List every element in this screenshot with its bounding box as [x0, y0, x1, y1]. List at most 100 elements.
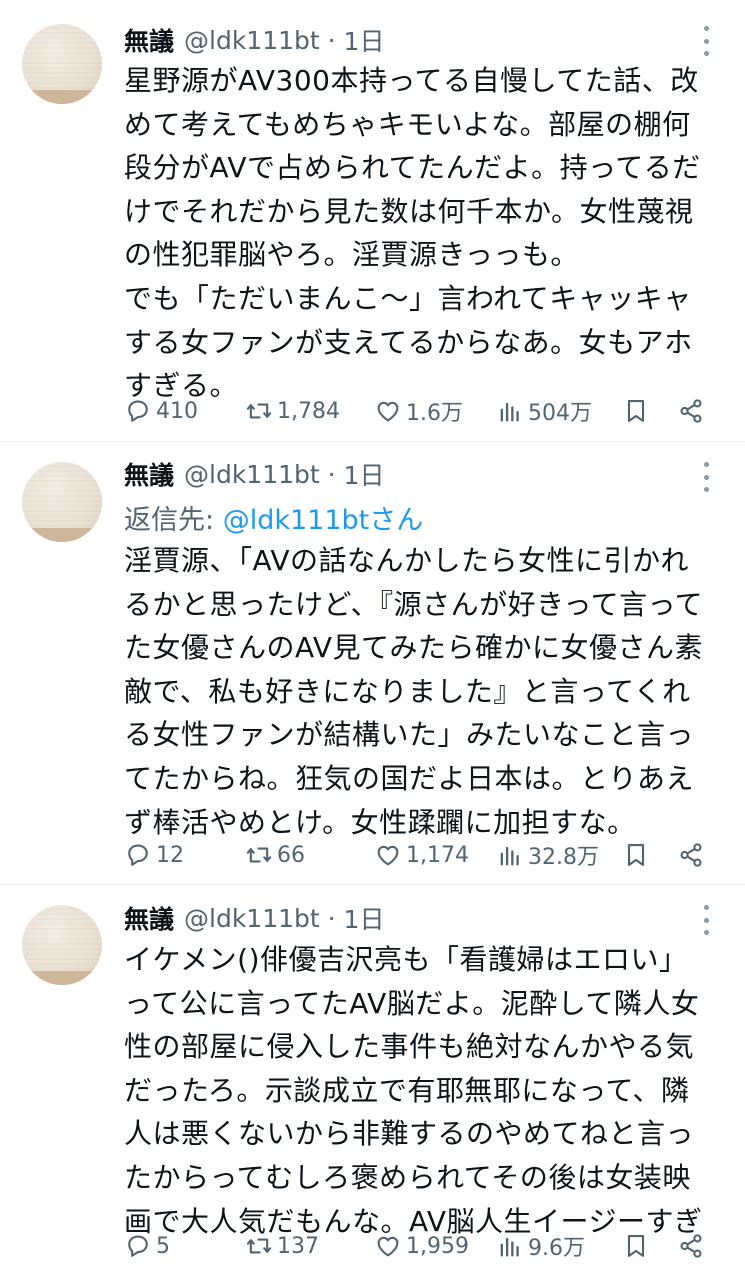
- bookmark-button[interactable]: [622, 1228, 654, 1264]
- bookmark-button[interactable]: [622, 393, 654, 429]
- views-button[interactable]: 9.6万: [496, 1228, 585, 1264]
- reply-count: 410: [156, 398, 198, 424]
- more-vertical-icon[interactable]: [698, 905, 714, 935]
- tweet-text-line: 敵で、私も好きになりました』と言ってくれ: [124, 674, 691, 708]
- reply-bubble-icon: [128, 1235, 148, 1257]
- share-button[interactable]: [677, 1228, 709, 1264]
- display-name[interactable]: 無議: [124, 456, 174, 492]
- display-name[interactable]: 無議: [124, 900, 174, 936]
- retweet-arrows-icon: [246, 847, 272, 863]
- tweet-text-line: る女性ファンが結構いた」みたいなこと言っ: [124, 718, 695, 752]
- tweet-text-line: 星野源がAV300本持ってる自慢してた話、改: [124, 64, 699, 97]
- avatar[interactable]: [22, 24, 102, 104]
- share-icon: [680, 843, 702, 867]
- bookmark-icon: [627, 1235, 645, 1257]
- views-count: 9.6万: [528, 1236, 585, 1261]
- display-name[interactable]: 無議: [124, 22, 174, 58]
- retweet-count: 1,784: [277, 398, 340, 424]
- tweet[interactable]: 無議 @ldk111bt · 1日 星野源がAV300本持ってる自慢してた話、改…: [0, 0, 745, 442]
- action-bar: 12 66 1,174 32.8万: [0, 837, 745, 873]
- views-button[interactable]: 32.8万: [496, 837, 599, 873]
- reply-count: 12: [156, 842, 184, 868]
- reply-button[interactable]: 410: [124, 393, 198, 429]
- retweet-button[interactable]: 137: [245, 1228, 319, 1264]
- like-button[interactable]: 1,174: [374, 837, 469, 873]
- like-count: 1,959: [406, 1233, 469, 1259]
- like-count: 1,174: [406, 842, 469, 868]
- tweet-text-line: けでそれだから見た数は何千本か。女性蔑視: [124, 194, 694, 228]
- user-handle[interactable]: @ldk111bt: [184, 26, 320, 55]
- retweet-arrows-icon: [246, 1238, 272, 1254]
- bookmark-icon: [627, 844, 645, 866]
- bar-chart-views-icon: [500, 1237, 519, 1257]
- share-button[interactable]: [677, 393, 709, 429]
- retweet-arrows-icon: [246, 403, 272, 419]
- like-button[interactable]: 1.6万: [374, 393, 463, 429]
- reply-button[interactable]: 5: [124, 1228, 170, 1264]
- reply-to-label: 返信先:: [124, 505, 223, 536]
- heart-outline-icon: [377, 1236, 399, 1257]
- reply-bubble-icon: [128, 844, 148, 866]
- tweet-text-line: めて考えてもめちゃキモいよな。部屋の棚何: [124, 107, 691, 141]
- share-icon: [680, 1234, 702, 1258]
- more-vertical-icon[interactable]: [698, 462, 714, 492]
- retweet-count: 137: [277, 1233, 319, 1259]
- tweet-header: 無議 @ldk111bt · 1日: [124, 900, 384, 936]
- tweet-text-line: でも「ただいまんこ〜」言われてキャッキャ: [124, 281, 692, 315]
- more-vertical-icon[interactable]: [698, 26, 714, 56]
- timestamp[interactable]: 1日: [344, 22, 385, 58]
- bar-chart-views-icon: [500, 402, 519, 422]
- bookmark-icon: [627, 400, 645, 422]
- tweet-text-line: てたからね。狂気の国だよ日本は。とりあえ: [124, 761, 695, 795]
- tweet-header: 無議 @ldk111bt · 1日: [124, 22, 384, 58]
- avatar[interactable]: [22, 905, 102, 985]
- timestamp[interactable]: 1日: [344, 900, 385, 936]
- heart-outline-icon: [377, 401, 399, 422]
- like-count: 1.6万: [406, 401, 463, 426]
- tweet-text: イケメン()俳優吉沢亮も「看護婦はエロい」 って公に言ってたAV脳だよ。泥酔して隣…: [124, 938, 724, 1243]
- separator-dot: ·: [319, 25, 344, 55]
- views-button[interactable]: 504万: [496, 393, 592, 429]
- tweet-text-line: 性の部屋に侵入した事件も絶対なんかやる気: [124, 1030, 695, 1064]
- action-bar: 410 1,784 1.6万 504万: [0, 393, 745, 429]
- user-handle[interactable]: @ldk111bt: [184, 460, 320, 489]
- tweet-text-line: 段分がAVで占められてたんだよ。持ってるだ: [124, 151, 701, 185]
- retweet-count: 66: [277, 842, 305, 868]
- retweet-button[interactable]: 66: [245, 837, 305, 873]
- tweet-text-line: 淫賈源、「AVの話なんかしたら女性に引かれ: [124, 544, 690, 577]
- retweet-button[interactable]: 1,784: [245, 393, 340, 429]
- bookmark-button[interactable]: [622, 837, 654, 873]
- reply-count: 5: [156, 1233, 170, 1259]
- share-icon: [680, 399, 702, 423]
- tweet-text-line: の性犯罪脳やろ。淫賈源きっっも。: [124, 238, 579, 272]
- tweet[interactable]: 無議 @ldk111bt · 1日 返信先: @ldk111btさん 淫賈源、「…: [0, 442, 745, 885]
- tweet-text-line: する女ファンが支えてるからなあ。女もアホ: [124, 325, 693, 359]
- user-handle[interactable]: @ldk111bt: [184, 904, 320, 933]
- tweet[interactable]: 無議 @ldk111bt · 1日 イケメン()俳優吉沢亮も「看護婦はエロい」っ…: [0, 885, 745, 1280]
- tweet-text-line: って公に言ってたAV脳だよ。泥酔して隣人女: [124, 986, 700, 1020]
- tweet-text-line: だったろ。示談成立で有耶無耶になって、隣: [124, 1073, 690, 1107]
- tweet-text: 星野源がAV300本持ってる自慢してた話、改 めて考えてもめちゃキモいよな。部屋の…: [124, 59, 724, 408]
- tweet-text-line: るかと思ったけど、『源さんが好きって言って: [124, 587, 704, 621]
- heart-outline-icon: [377, 845, 399, 866]
- reply-bubble-icon: [128, 400, 148, 422]
- reply-to-line: 返信先: @ldk111btさん: [124, 498, 423, 537]
- tweet-header: 無議 @ldk111bt · 1日: [124, 456, 384, 492]
- tweet-text-line: たからってむしろ褒められてその後は女装映: [124, 1160, 691, 1194]
- separator-dot: ·: [319, 459, 344, 489]
- bar-chart-views-icon: [500, 846, 519, 866]
- tweet-text: 淫賈源、「AVの話なんかしたら女性に引かれ るかと思ったけど、『源さんが好きって言…: [124, 539, 724, 844]
- share-button[interactable]: [677, 837, 709, 873]
- tweet-text-line: た女優さんのAV見てみたら確かに女優さん素: [124, 631, 704, 665]
- action-bar: 5 137 1,959 9.6万: [0, 1228, 745, 1264]
- views-count: 32.8万: [528, 845, 599, 870]
- like-button[interactable]: 1,959: [374, 1228, 469, 1264]
- timestamp[interactable]: 1日: [344, 456, 385, 492]
- tweet-text-line: 人は悪くないから非難するのやめてねと言っ: [124, 1117, 695, 1151]
- reply-button[interactable]: 12: [124, 837, 184, 873]
- avatar[interactable]: [22, 462, 102, 542]
- views-count: 504万: [528, 401, 592, 426]
- tweet-text-line: イケメン()俳優吉沢亮も「看護婦はエロい」: [124, 943, 688, 976]
- reply-to-handle[interactable]: @ldk111btさん: [223, 505, 424, 536]
- separator-dot: ·: [319, 903, 344, 933]
